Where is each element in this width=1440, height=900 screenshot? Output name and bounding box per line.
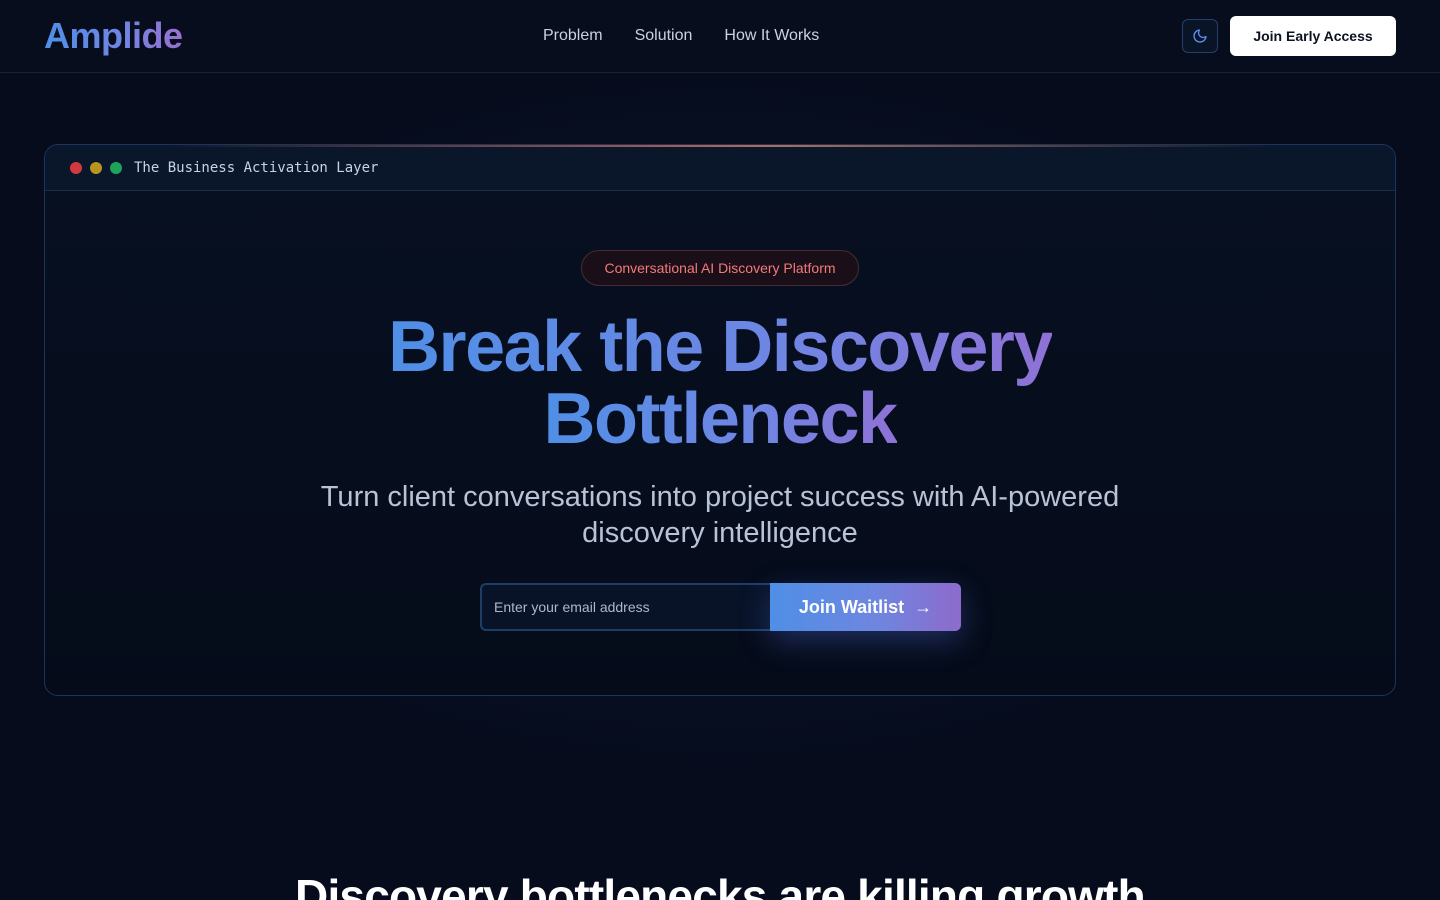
headline-line-1: Break the Discovery xyxy=(388,307,1053,387)
theme-toggle-button[interactable] xyxy=(1182,19,1218,53)
window-title-bar: The Business Activation Layer xyxy=(45,145,1395,191)
hero-card: The Business Activation Layer Conversati… xyxy=(44,144,1396,696)
email-input[interactable] xyxy=(480,583,772,631)
site-header: Amplide Problem Solution How It Works Jo… xyxy=(0,0,1440,73)
nav-link-solution[interactable]: Solution xyxy=(635,24,693,48)
join-early-access-button[interactable]: Join Early Access xyxy=(1230,16,1396,56)
headline-line-2: Bottleneck xyxy=(543,379,898,459)
logo[interactable]: Amplide xyxy=(44,16,183,56)
window-close-dot xyxy=(70,162,82,174)
main-nav: Problem Solution How It Works xyxy=(543,24,819,48)
problem-section-title: Discovery bottlenecks are killing growth xyxy=(295,870,1146,900)
join-waitlist-button[interactable]: Join Waitlist → xyxy=(770,583,961,631)
window-title: The Business Activation Layer xyxy=(134,160,379,176)
nav-link-how-it-works[interactable]: How It Works xyxy=(724,24,819,48)
arrow-right-icon: → xyxy=(914,596,933,617)
join-waitlist-label: Join Waitlist xyxy=(798,596,905,617)
platform-badge: Conversational AI Discovery Platform xyxy=(581,250,859,286)
window-minimize-dot xyxy=(90,162,102,174)
hero-headline: Break the Discovery Bottleneck xyxy=(45,311,1395,455)
waitlist-form: Join Waitlist → xyxy=(480,583,961,631)
hero-subheadline: Turn client conversations into project s… xyxy=(320,481,1120,549)
nav-link-problem[interactable]: Problem xyxy=(543,24,603,48)
window-maximize-dot xyxy=(110,162,122,174)
card-top-glow xyxy=(165,145,1275,147)
moon-icon xyxy=(1193,29,1207,43)
